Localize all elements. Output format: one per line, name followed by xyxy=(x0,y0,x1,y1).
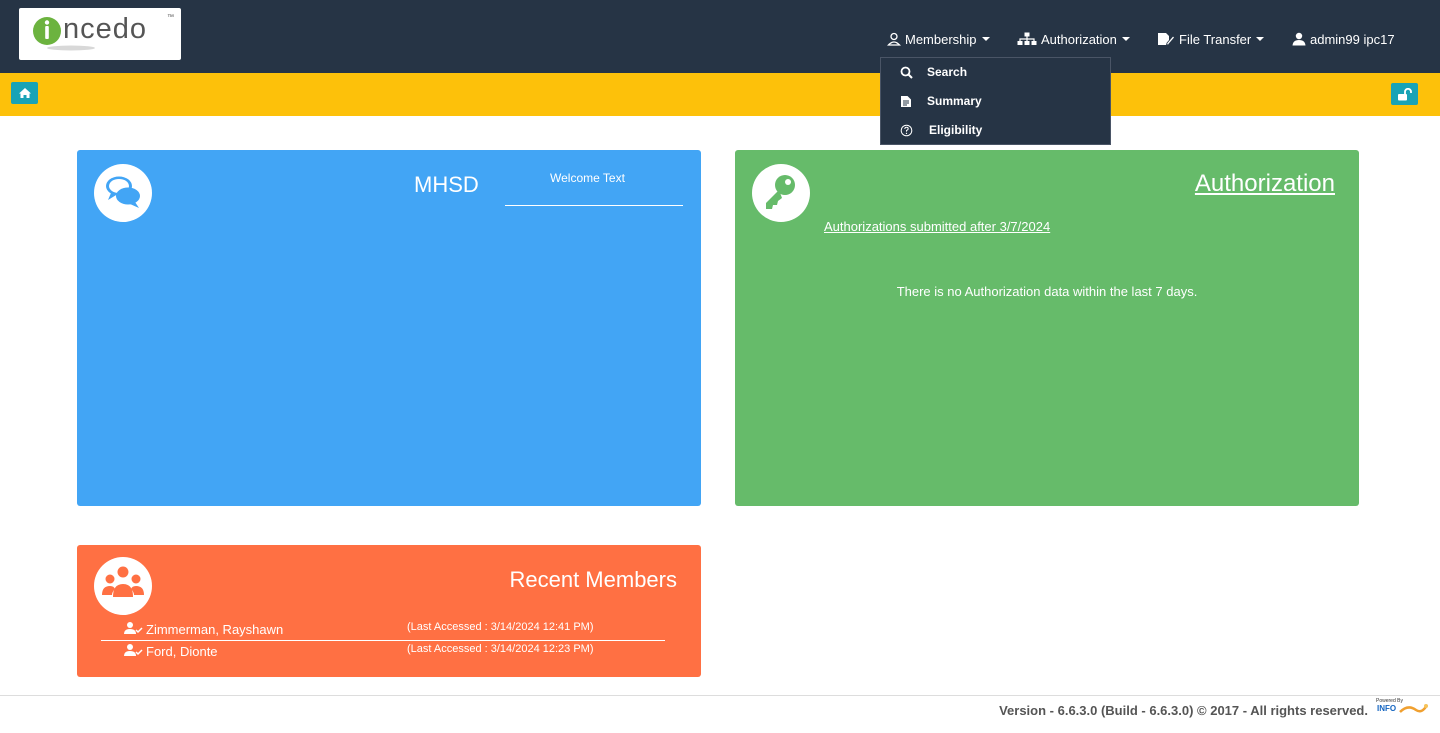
nav-user-label: admin99 ipc17 xyxy=(1310,31,1395,47)
top-navbar: ncedo ™ Membership Authorization File Tr… xyxy=(0,0,1440,73)
no-authorization-message: There is no Authorization data within th… xyxy=(896,284,1198,299)
chevron-down-icon xyxy=(981,37,990,41)
welcome-divider xyxy=(505,205,683,206)
search-icon xyxy=(900,66,913,79)
nav-authorization[interactable]: Authorization xyxy=(1017,31,1130,47)
powered-by-brand: INFO xyxy=(1377,704,1397,713)
footer-divider xyxy=(0,695,1440,696)
recent-members-card: Recent Members Zimmerman, Rayshawn (Last… xyxy=(77,545,701,677)
chevron-down-icon xyxy=(1256,37,1265,41)
member-last-accessed: (Last Accessed : 3/14/2024 12:41 PM) xyxy=(407,621,594,633)
toolbar xyxy=(0,73,1440,116)
home-icon xyxy=(18,88,31,98)
nav-file-transfer[interactable]: File Transfer xyxy=(1157,31,1265,47)
question-circle-icon xyxy=(900,124,913,136)
welcome-card: MHSD Welcome Text xyxy=(77,150,701,506)
document-icon xyxy=(901,95,911,107)
home-button[interactable] xyxy=(11,82,38,104)
authorization-card: Authorization Authorizations submitted a… xyxy=(735,150,1359,506)
nav-membership[interactable]: Membership xyxy=(887,31,990,47)
member-name: Ford, Dionte xyxy=(146,644,218,659)
authorizations-submitted-link[interactable]: Authorizations submitted after 3/7/2024 xyxy=(824,219,1050,234)
welcome-card-subtitle: Welcome Text xyxy=(550,171,625,185)
menu-item-eligibility[interactable]: Eligibility xyxy=(881,116,1110,144)
logo-trademark: ™ xyxy=(167,14,174,21)
powered-by-logo: Powered By INFO xyxy=(1374,697,1430,719)
member-name: Zimmerman, Rayshawn xyxy=(146,622,284,637)
menu-item-search-label: Search xyxy=(927,65,968,79)
member-row[interactable]: Ford, Dionte (Last Accessed : 3/14/2024 … xyxy=(101,641,665,663)
version-text: Version - 6.6.3.0 (Build - 6.6.3.0) © 20… xyxy=(999,703,1368,718)
nav-membership-label: Membership xyxy=(905,31,977,47)
group-icon xyxy=(94,557,152,615)
user-icon xyxy=(1292,32,1306,46)
unlock-icon xyxy=(1397,87,1412,100)
incedo-logo[interactable]: ncedo ™ xyxy=(19,8,181,60)
nav-file-transfer-label: File Transfer xyxy=(1179,31,1252,47)
user-outline-icon xyxy=(887,32,901,46)
menu-item-summary-label: Summary xyxy=(927,94,982,108)
menu-item-eligibility-label: Eligibility xyxy=(929,123,983,137)
recent-members-title: Recent Members xyxy=(509,567,677,592)
user-check-icon xyxy=(124,622,143,634)
file-edit-icon xyxy=(1158,33,1175,46)
menu-item-search[interactable]: Search xyxy=(881,58,1110,86)
chat-icon xyxy=(94,164,152,222)
member-row[interactable]: Zimmerman, Rayshawn (Last Accessed : 3/1… xyxy=(101,619,665,641)
welcome-card-title: MHSD xyxy=(414,172,479,197)
key-icon xyxy=(752,164,810,222)
chevron-down-icon xyxy=(1121,37,1130,41)
member-last-accessed: (Last Accessed : 3/14/2024 12:23 PM) xyxy=(407,643,594,655)
powered-by-flame-icon xyxy=(1399,704,1428,713)
nav-authorization-label: Authorization xyxy=(1041,31,1117,47)
unlock-button[interactable] xyxy=(1391,83,1418,105)
menu-item-summary[interactable]: Summary xyxy=(881,87,1110,115)
authorization-card-title[interactable]: Authorization xyxy=(1195,170,1335,198)
user-check-icon xyxy=(124,644,143,656)
logo-text: ncedo xyxy=(63,13,148,45)
sitemap-icon xyxy=(1017,32,1037,45)
membership-dropdown-menu: Search Summary Eligibility xyxy=(880,57,1111,145)
nav-user-menu[interactable]: admin99 ipc17 xyxy=(1292,31,1395,47)
